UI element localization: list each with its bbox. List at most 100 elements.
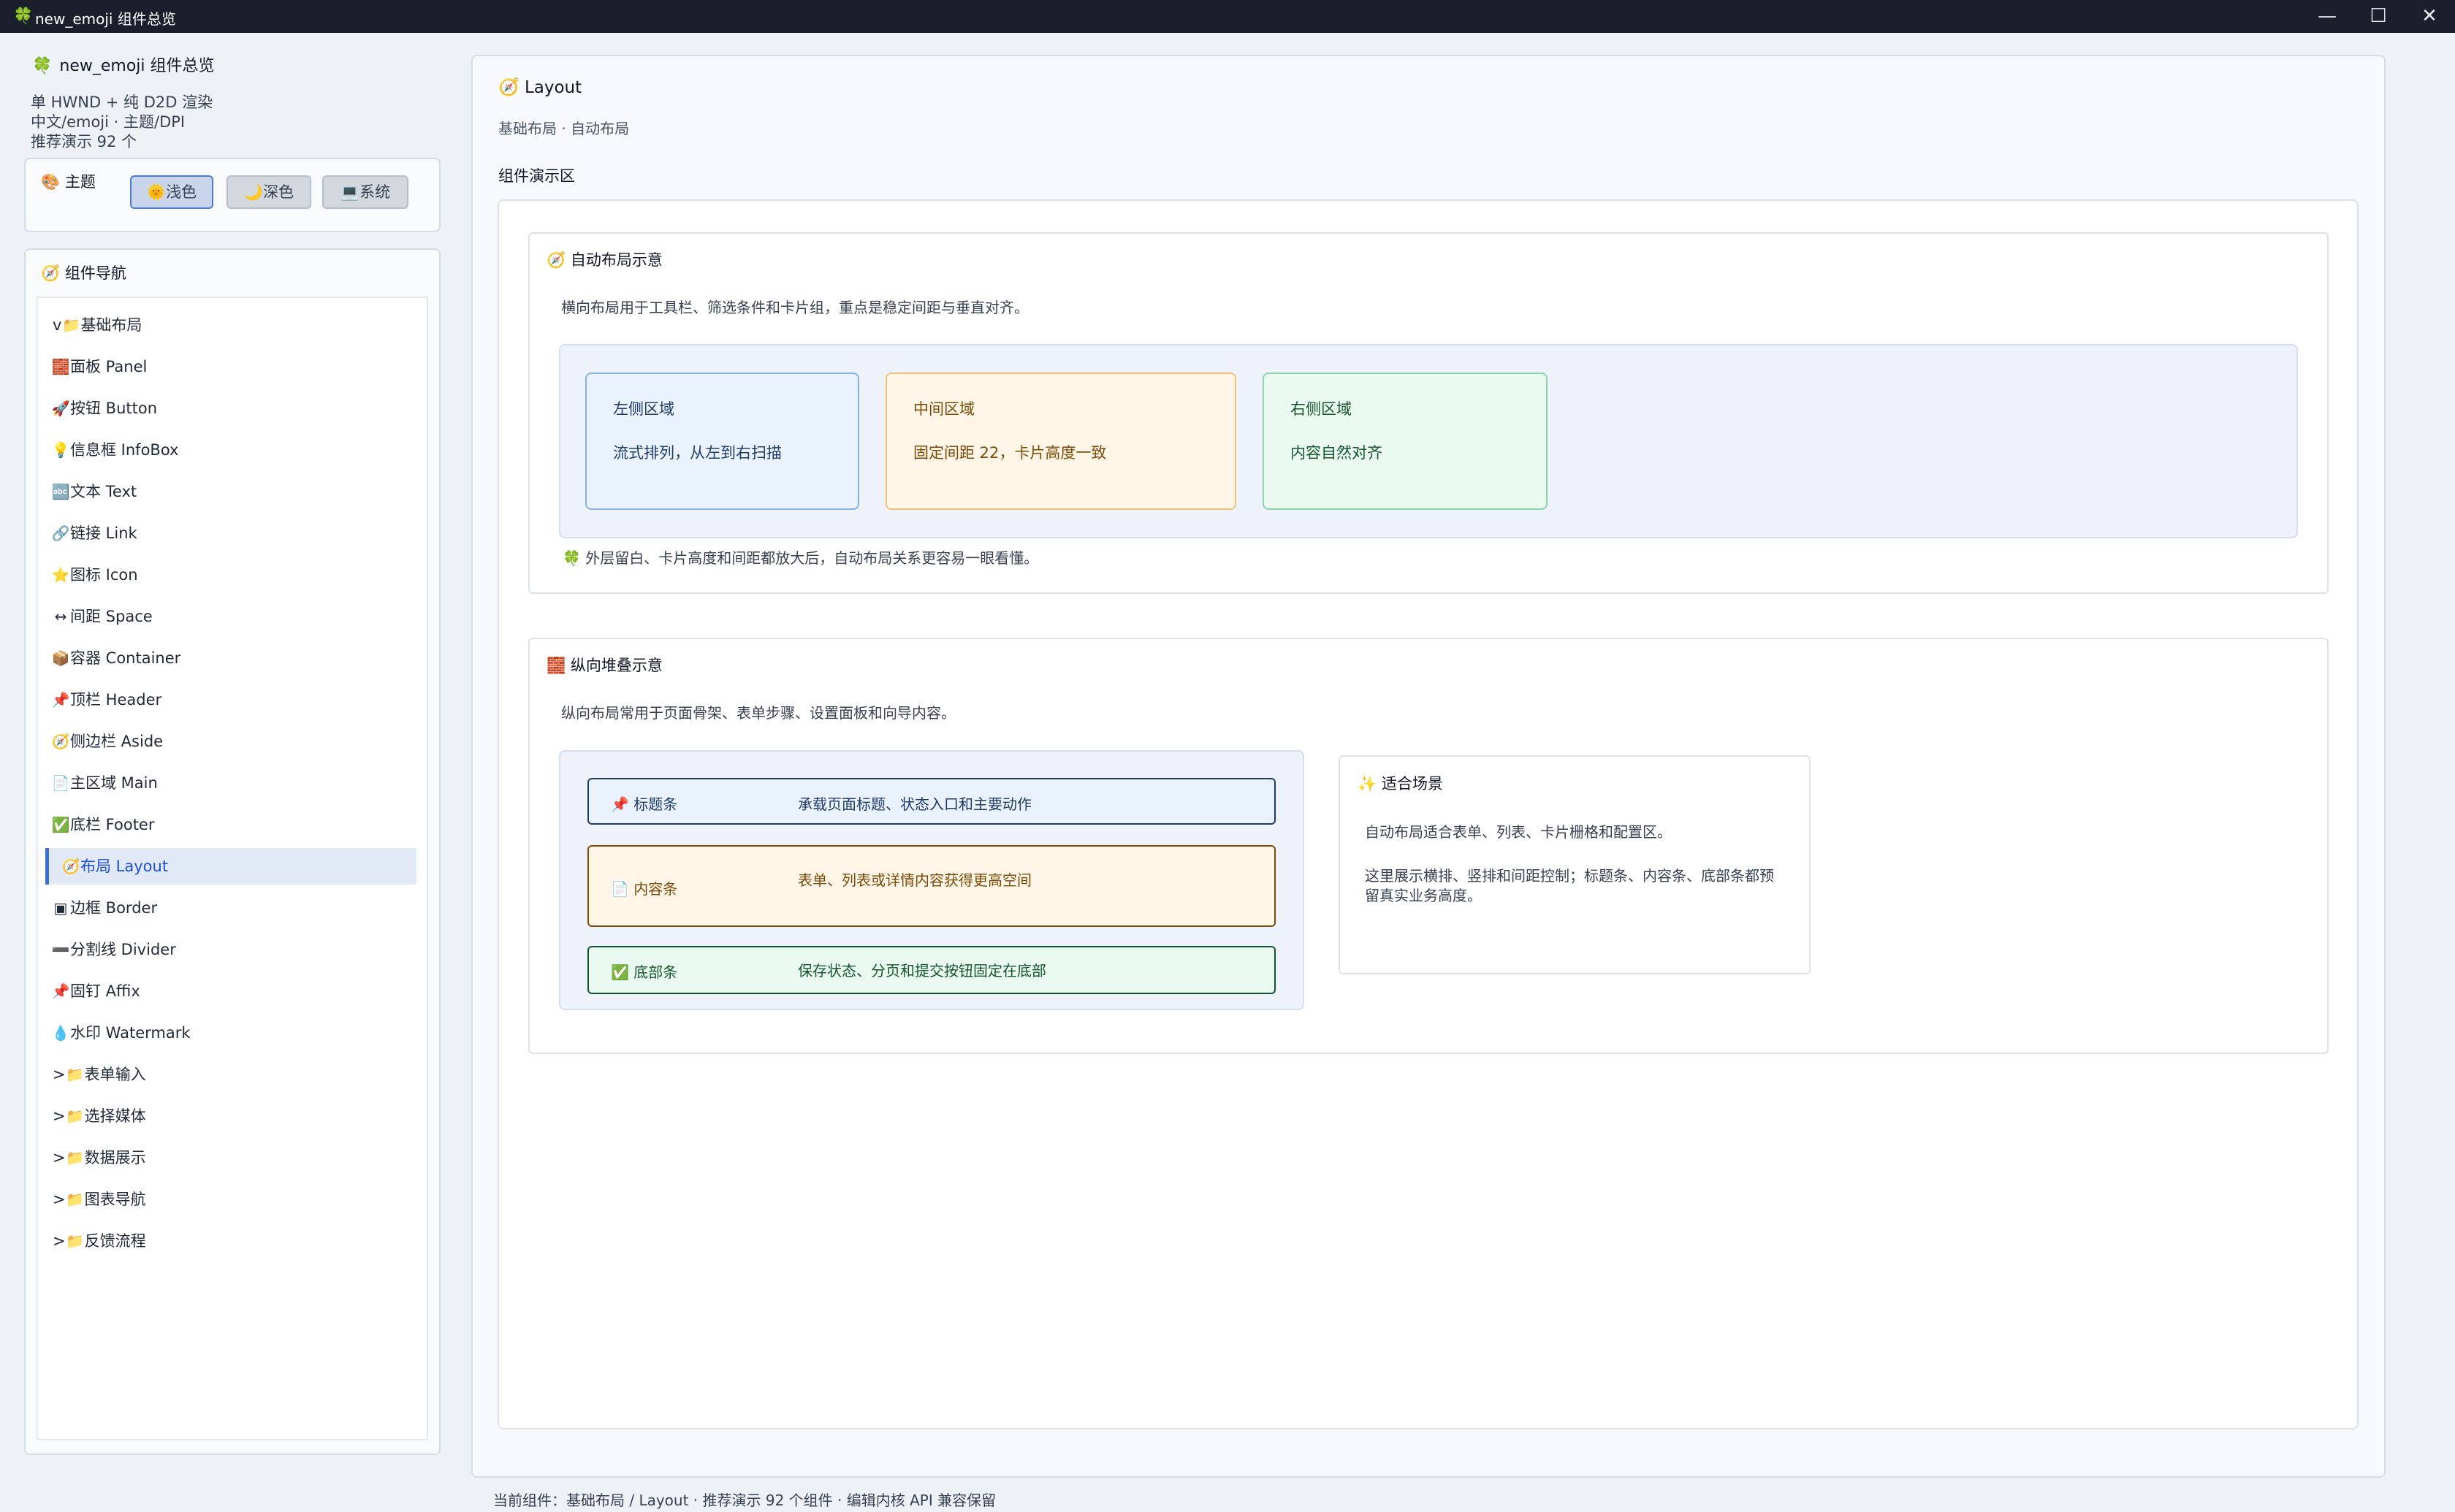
nav-item-link[interactable]: 🔗链接 Link [51,515,416,551]
nav-item-label: 面板 Panel [70,358,148,375]
theme-light-button[interactable]: 🌞浅色 [130,175,213,209]
nav-group-feedback-flow[interactable]: >📁反馈流程 [53,1223,418,1259]
status-bar: 当前组件：基础布局 / Layout · 推荐演示 92 个组件 · 编辑内核 … [493,1492,997,1509]
pin-icon: 📌 [611,795,629,813]
compass-icon: 🧭 [41,264,61,282]
brick-icon: 🧱 [51,358,70,375]
rocket-icon: 🚀 [51,400,70,417]
minus-icon: ➖ [51,941,70,958]
nav-group-basic-layout[interactable]: v📁基础布局 [53,307,418,343]
nav-item-label: 信息框 InfoBox [70,441,179,459]
page-icon: 📄 [51,774,70,792]
clover-icon: 🍀 [32,57,53,75]
folder-icon: 📁 [66,1107,85,1125]
nav-group-select-media[interactable]: >📁选择媒体 [53,1098,418,1134]
header-bar: 📌 标题条 承载页面标题、状态入口和主要动作 [587,778,1276,825]
nav-group-label: 基础布局 [80,316,142,334]
nav-item-label: 分割线 Divider [70,941,176,958]
page-icon: 📄 [611,880,629,898]
nav-item-infobox[interactable]: 💡信息框 InfoBox [51,432,416,468]
card-desc: 流式排列，从左到右扫描 [613,444,782,462]
nav-item-border[interactable]: ▣ 边框 Border [51,890,416,926]
auto-layout-note: 🍀 外层留白、卡片高度和间距都放大后，自动布局关系更容易一眼看懂。 [563,546,1038,568]
pin-icon: 📌 [51,982,70,1000]
nav-group-label: 表单输入 [84,1066,146,1083]
nav-item-text[interactable]: 🔤文本 Text [51,473,416,510]
vertical-stack-desc: 纵向布局常用于页面骨架、表单步骤、设置面板和向导内容。 [561,704,956,722]
breadcrumb: 基础布局 · 自动布局 [498,120,630,137]
close-button[interactable]: ✕ [2400,0,2455,33]
nav-item-affix[interactable]: 📌固钉 Affix [51,973,416,1009]
nav-group-label: 数据展示 [84,1149,146,1167]
nav-item-aside[interactable]: 🧭侧边栏 Aside [51,723,416,760]
meta-line-1: 单 HWND + 纯 D2D 渲染 [31,93,213,111]
sparkles-icon: ✨ [1358,775,1377,793]
nav-item-footer[interactable]: ✅底栏 Footer [51,806,416,843]
sun-icon: 🌞 [146,183,167,201]
card-title: 右侧区域 [1290,400,1352,418]
nav-item-label: 顶栏 Header [70,691,162,709]
moon-icon: 🌙 [243,183,264,201]
app-title: 🍀 new_emoji 组件总览 [32,53,215,76]
compass-icon: 🧭 [547,251,566,269]
theme-label-text: 主题 [64,173,96,191]
text-icon: 🔤 [51,483,70,500]
card-desc: 内容自然对齐 [1290,444,1382,462]
expand-arrow: > [53,1066,66,1083]
nav-group-data-display[interactable]: >📁数据展示 [53,1139,418,1176]
footer-bar: ✅ 底部条 保存状态、分页和提交按钮固定在底部 [587,946,1276,994]
page-title-text: Layout [524,78,582,97]
demo-area-label: 组件演示区 [498,167,575,185]
nav-group-form-input[interactable]: >📁表单输入 [53,1056,418,1093]
expand-arrow: > [53,1191,66,1208]
compass-icon: 🧭 [51,733,70,750]
nav-item-label: 固钉 Affix [70,982,140,1000]
vertical-stack-title: 🧱 纵向堆叠示意 [547,654,663,676]
nav-item-label: 链接 Link [70,524,137,542]
nav-item-label: 图标 Icon [70,566,138,584]
theme-dark-button[interactable]: 🌙深色 [227,175,311,209]
box-icon: 📦 [51,649,70,667]
nav-item-layout[interactable]: 🧭布局 Layout [45,848,416,885]
nav-item-watermark[interactable]: 💧水印 Watermark [51,1015,416,1051]
theme-system-button[interactable]: 💻系统 [322,175,408,209]
arrows-horizontal-icon: ↔ [54,608,67,625]
nav-item-divider[interactable]: ➖分割线 Divider [51,931,416,968]
nav-item-label: 底栏 Footer [70,816,155,833]
nav-item-label: 容器 Container [70,649,181,667]
theme-dark-label: 深色 [263,183,294,201]
expand-arrow: > [53,1232,66,1250]
nav-item-label: 侧边栏 Aside [70,733,164,750]
nav-item-header[interactable]: 📌顶栏 Header [51,681,416,718]
brick-icon: 🧱 [547,657,566,674]
nav-group-label: 选择媒体 [84,1107,146,1125]
scenario-text-1: 自动布局适合表单、列表、卡片栅格和配置区。 [1365,823,1672,841]
nav-item-label: 水印 Watermark [70,1024,191,1042]
expand-arrow: > [53,1149,66,1167]
folder-icon: 📁 [66,1149,85,1167]
nav-item-space[interactable]: ↔ 间距 Space [51,598,416,635]
palette-icon: 🎨 [41,173,61,191]
nav-group-chart-nav[interactable]: >📁图表导航 [53,1181,418,1218]
nav-item-panel[interactable]: 🧱面板 Panel [51,348,416,385]
bar-desc: 保存状态、分页和提交按钮固定在底部 [798,962,1046,980]
theme-label: 🎨 主题 [41,170,96,192]
folder-icon: 📁 [66,1232,85,1250]
nav-item-main[interactable]: 📄主区域 Main [51,765,416,801]
nav-item-icon[interactable]: ⭐图标 Icon [51,557,416,593]
pin-icon: 📌 [51,691,70,709]
nav-item-button[interactable]: 🚀按钮 Button [51,390,416,427]
card-title: 中间区域 [913,400,975,418]
maximize-button[interactable]: ☐ [2349,0,2408,33]
section-title-text: 纵向堆叠示意 [570,657,663,674]
nav-title: 🧭 组件导航 [41,261,126,283]
minimize-button[interactable]: — [2298,0,2356,33]
theme-system-label: 系统 [359,183,391,201]
bar-desc: 表单、列表或详情内容获得更高空间 [798,871,1032,889]
nav-item-label: 布局 Layout [80,858,169,875]
folder-icon: 📁 [66,1191,85,1208]
nav-item-container[interactable]: 📦容器 Container [51,640,416,676]
right-region-card: 右侧区域 内容自然对齐 [1263,373,1548,510]
expand-arrow: v [53,316,62,334]
scenario-title-text: 适合场景 [1381,775,1443,793]
